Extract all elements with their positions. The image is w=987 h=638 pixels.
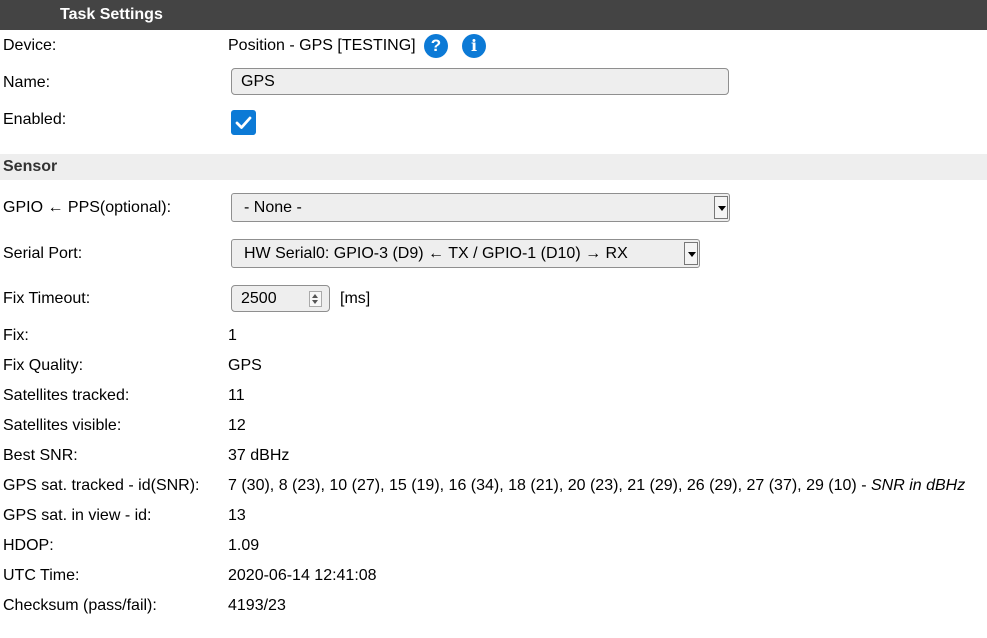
task-settings-header: Task Settings (0, 0, 987, 30)
enabled-checkbox[interactable] (231, 110, 256, 135)
device-label: Device: (3, 37, 57, 54)
utc-time-value: 2020-06-14 12:41:08 (228, 567, 377, 584)
fix-timeout-input[interactable]: 2500 (231, 285, 330, 312)
header-title: Task Settings (60, 6, 163, 23)
gpio-pps-label: GPIO ← PPS(optional): (3, 199, 172, 216)
gpio-pps-selected: - None - (244, 199, 302, 216)
satellites-tracked-value: 11 (228, 387, 245, 404)
snr-unit-note: SNR in dBHz (870, 477, 966, 494)
info-circle-icon[interactable]: i (462, 34, 486, 58)
utc-time-label: UTC Time: (3, 567, 80, 584)
gpio-pps-select[interactable]: - None - (231, 193, 730, 222)
gps-sat-tracked-label: GPS sat. tracked - id(SNR): (3, 477, 200, 494)
name-input[interactable]: GPS (231, 68, 729, 95)
serial-port-select[interactable]: HW Serial0: GPIO-3 (D9) ← TX / GPIO-1 (D… (231, 239, 700, 268)
hdop-value: 1.09 (228, 537, 260, 554)
fix-quality-value: GPS (228, 357, 262, 374)
fix-value: 1 (228, 327, 237, 344)
chevron-down-icon (714, 196, 728, 219)
checksum-label: Checksum (pass/fail): (3, 597, 157, 614)
question-circle-icon[interactable]: ? (424, 34, 448, 58)
satellites-visible-value: 12 (228, 417, 246, 434)
fix-label: Fix: (3, 327, 29, 344)
gps-sat-tracked-list: 7 (30), 8 (23), 10 (27), 15 (19), 16 (34… (228, 477, 871, 494)
satellites-tracked-label: Satellites tracked: (3, 387, 130, 404)
checksum-value: 4193/23 (228, 597, 286, 614)
enabled-label: Enabled: (3, 111, 67, 128)
gps-sat-tracked-value: 7 (30), 8 (23), 10 (27), 15 (19), 16 (34… (228, 477, 965, 495)
satellites-visible-label: Satellites visible: (3, 417, 122, 434)
hdop-label: HDOP: (3, 537, 54, 554)
name-label: Name: (3, 74, 51, 91)
device-value: Position - GPS [TESTING] (228, 37, 416, 54)
serial-port-selected: HW Serial0: GPIO-3 (D9) ← TX / GPIO-1 (D… (244, 245, 628, 262)
best-snr-value: 37 dBHz (228, 447, 290, 464)
gps-sat-in-view-value: 13 (228, 507, 246, 524)
fix-quality-label: Fix Quality: (3, 357, 84, 374)
sensor-section-header: Sensor (0, 154, 987, 180)
fix-timeout-unit: [ms] (340, 290, 371, 307)
spinner-icon[interactable] (309, 291, 322, 307)
chevron-down-icon (684, 242, 698, 265)
serial-port-label: Serial Port: (3, 245, 83, 262)
fix-timeout-label: Fix Timeout: (3, 290, 91, 307)
sensor-section-title: Sensor (3, 158, 58, 175)
checkmark-icon (235, 116, 252, 129)
best-snr-label: Best SNR: (3, 447, 78, 464)
name-input-value: GPS (241, 73, 275, 90)
fix-timeout-value: 2500 (241, 290, 277, 307)
gps-sat-in-view-label: GPS sat. in view - id: (3, 507, 152, 524)
